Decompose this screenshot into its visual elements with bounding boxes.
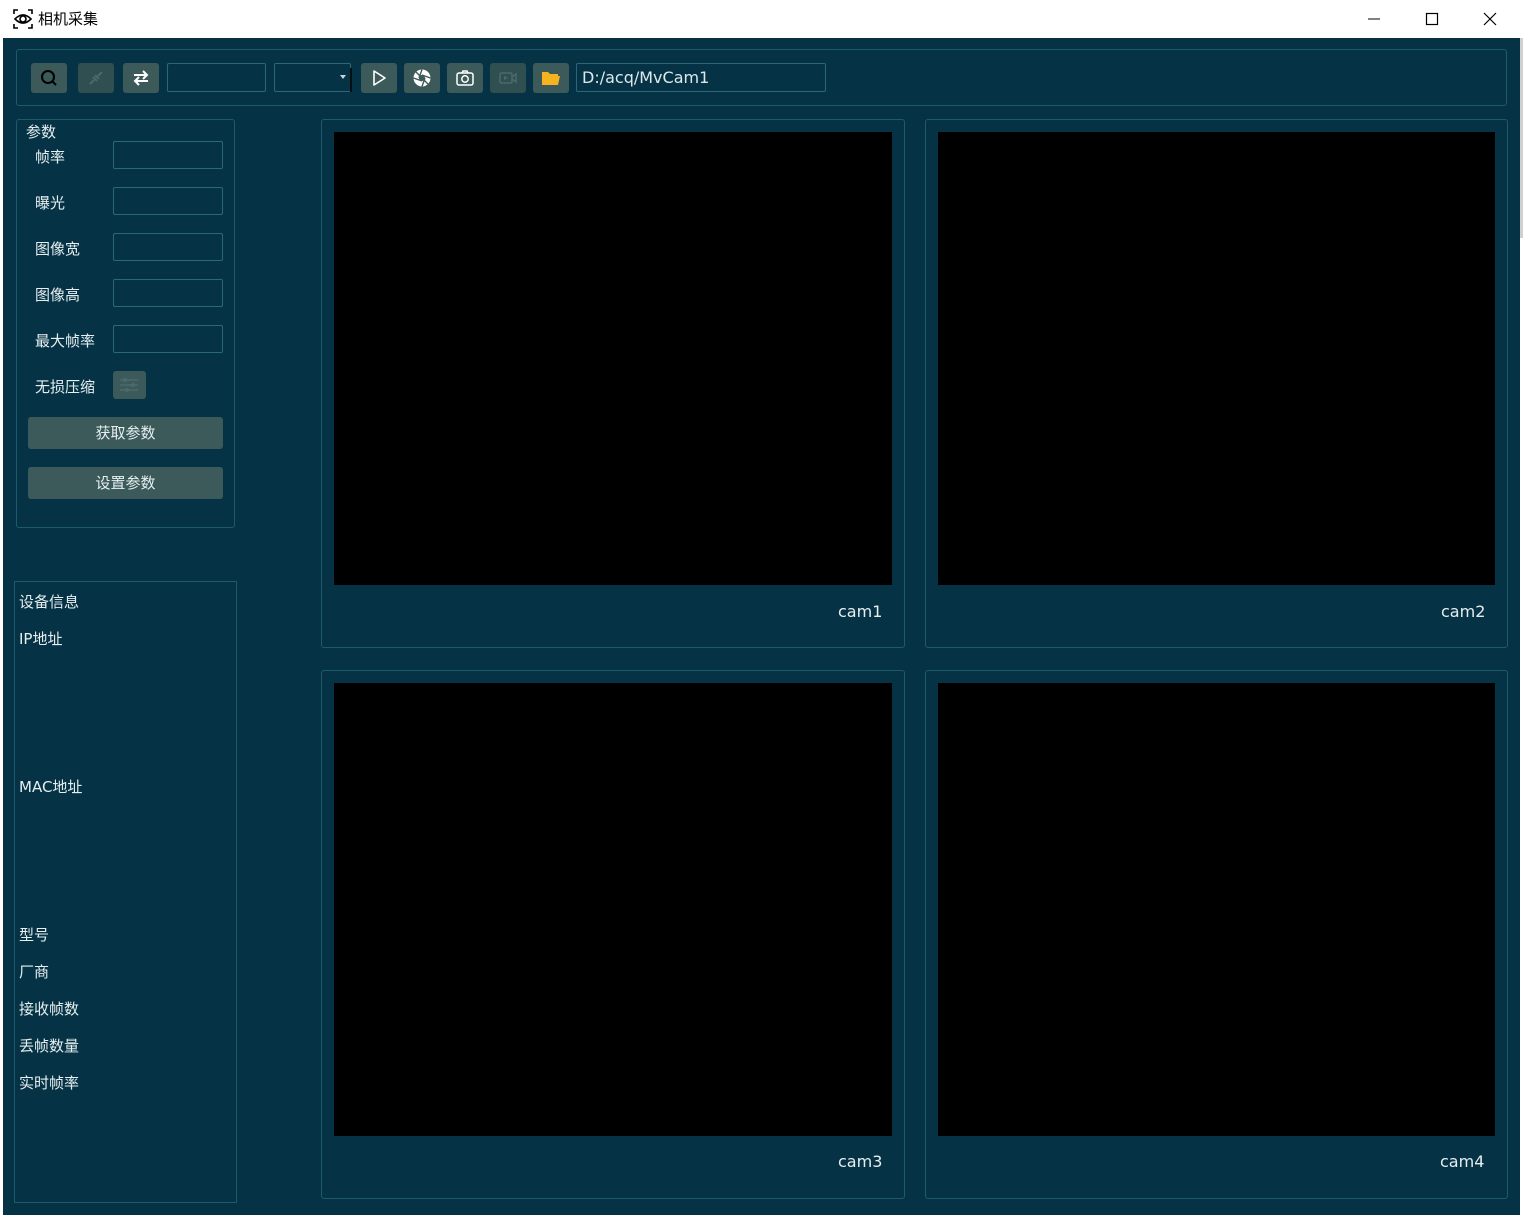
maximize-icon bbox=[1425, 12, 1439, 26]
image-height-input[interactable] bbox=[113, 279, 223, 307]
play-icon bbox=[373, 70, 386, 86]
device-info-panel: 设备信息 IP地址 MAC地址 型号 厂商 接收帧数 丢帧数量 实时帧率 bbox=[14, 581, 237, 1203]
realtime-fps-label: 实时帧率 bbox=[19, 1074, 80, 1092]
swap-icon bbox=[133, 70, 149, 86]
open-folder-button[interactable] bbox=[533, 63, 569, 93]
maximize-button[interactable] bbox=[1409, 4, 1455, 34]
cam4-label: cam4 bbox=[1440, 1152, 1485, 1171]
video-icon bbox=[499, 72, 517, 84]
save-path-input[interactable]: D:/acq/MvCam1 bbox=[576, 63, 826, 92]
minimize-button[interactable] bbox=[1351, 4, 1397, 34]
record-button[interactable] bbox=[490, 63, 526, 93]
ip-address-label: IP地址 bbox=[19, 630, 63, 648]
exposure-label: 曝光 bbox=[35, 194, 66, 212]
select-edge bbox=[350, 68, 352, 92]
switch-button[interactable] bbox=[123, 63, 159, 93]
connect-button[interactable] bbox=[78, 63, 114, 93]
frame-rate-label: 帧率 bbox=[35, 148, 66, 166]
model-label: 型号 bbox=[19, 926, 50, 944]
shutter-button[interactable] bbox=[404, 63, 440, 93]
image-width-label: 图像宽 bbox=[35, 240, 81, 258]
cam4-display bbox=[938, 683, 1495, 1136]
eye-icon bbox=[12, 8, 34, 30]
window-title: 相机采集 bbox=[38, 10, 99, 28]
cam2-view: cam2 bbox=[925, 119, 1508, 648]
device-info-title: 设备信息 bbox=[19, 593, 80, 611]
shutter-icon bbox=[413, 69, 431, 87]
received-frames-label: 接收帧数 bbox=[19, 1000, 80, 1018]
search-icon bbox=[41, 70, 57, 86]
image-width-input[interactable] bbox=[113, 233, 223, 261]
capture-button[interactable] bbox=[447, 63, 483, 93]
cam3-display bbox=[334, 683, 892, 1136]
toolbar: D:/acq/MvCam1 bbox=[16, 49, 1507, 106]
params-panel: 参数 帧率 曝光 图像宽 图像高 最大帧率 无损压缩 获取参数 设置参数 bbox=[16, 119, 235, 528]
chevron-down-icon bbox=[340, 75, 346, 79]
params-title: 参数 bbox=[26, 123, 57, 141]
image-height-label: 图像高 bbox=[35, 286, 81, 304]
close-button[interactable] bbox=[1467, 4, 1513, 34]
lossless-label: 无损压缩 bbox=[35, 378, 96, 396]
search-camera-button[interactable] bbox=[31, 63, 67, 93]
minimize-icon bbox=[1368, 18, 1380, 20]
sliders-icon bbox=[120, 378, 138, 392]
cam3-label: cam3 bbox=[838, 1152, 883, 1171]
get-params-button[interactable]: 获取参数 bbox=[28, 417, 223, 449]
lossless-toggle[interactable] bbox=[113, 371, 146, 399]
main-area: D:/acq/MvCam1 参数 帧率 曝光 图像宽 图像高 最大帧率 无损压缩… bbox=[3, 38, 1520, 1215]
cam2-label: cam2 bbox=[1441, 602, 1486, 621]
exposure-input[interactable] bbox=[113, 187, 223, 215]
vendor-label: 厂商 bbox=[19, 963, 50, 981]
set-params-button[interactable]: 设置参数 bbox=[28, 467, 223, 499]
cam4-view: cam4 bbox=[925, 670, 1508, 1199]
folder-icon bbox=[542, 72, 560, 85]
link-icon bbox=[89, 71, 103, 85]
dropped-frames-label: 丢帧数量 bbox=[19, 1037, 80, 1055]
camera-icon bbox=[456, 70, 474, 86]
app-window: 相机采集 D:/acq/MvCam1 参数 帧率 曝光 图像宽 图像高 最大帧率… bbox=[0, 0, 1523, 1217]
title-bar: 相机采集 bbox=[0, 0, 1523, 38]
camera-id-input[interactable] bbox=[167, 63, 266, 92]
cam1-view: cam1 bbox=[321, 119, 905, 648]
max-fps-label: 最大帧率 bbox=[35, 332, 96, 350]
cam3-view: cam3 bbox=[321, 670, 905, 1199]
cam1-display bbox=[334, 132, 892, 585]
cam1-label: cam1 bbox=[838, 602, 883, 621]
cam2-display bbox=[938, 132, 1495, 585]
camera-select[interactable] bbox=[274, 63, 352, 92]
close-icon bbox=[1483, 12, 1497, 26]
max-fps-input[interactable] bbox=[113, 325, 223, 353]
frame-rate-input[interactable] bbox=[113, 141, 223, 169]
start-button[interactable] bbox=[361, 63, 397, 93]
mac-address-label: MAC地址 bbox=[19, 778, 83, 796]
